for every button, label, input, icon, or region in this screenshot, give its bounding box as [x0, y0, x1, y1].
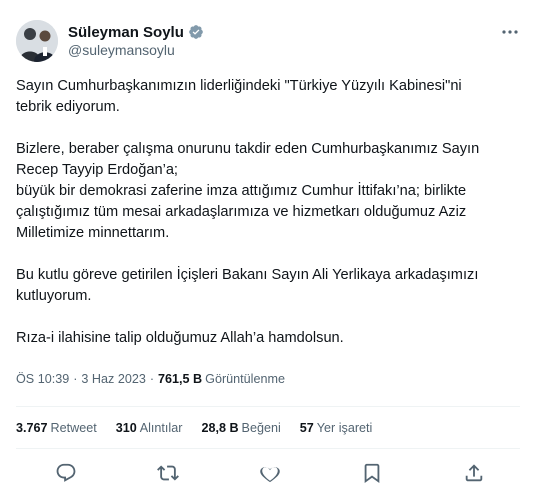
bookmarks-stat[interactable]: 57 Yer işareti — [300, 421, 373, 435]
views-label: Görüntülenme — [205, 372, 285, 386]
likes-stat[interactable]: 28,8 B Beğeni — [201, 421, 280, 435]
retweet-button[interactable] — [157, 462, 179, 484]
tweet-line: çalıştığımız tüm mesai arkadaşlarımıza v… — [16, 204, 467, 220]
bookmarks-label: Yer işareti — [316, 421, 373, 435]
meta-separator: · — [149, 372, 155, 386]
tweet-line: Rıza-i ilahisine talip olduğumuz Allah’a… — [16, 330, 344, 346]
likes-label: Beğeni — [241, 421, 281, 435]
tweet-card: Süleyman Soylu @suleymansoylu Sayın Cumh… — [0, 0, 536, 496]
tweet-time[interactable]: ÖS 10:39 — [16, 372, 69, 386]
retweet-icon — [157, 465, 179, 481]
retweets-label: Retweet — [50, 421, 97, 435]
divider — [16, 448, 520, 449]
divider — [16, 406, 520, 407]
reply-button[interactable] — [55, 462, 77, 484]
action-bar — [0, 460, 536, 486]
tweet-line: büyük bir demokrasi zaferine imza attığı… — [16, 183, 467, 199]
tweet-line: Bu kutlu göreve getirilen İçişleri Bakan… — [16, 267, 479, 283]
tweet-line: kutluyorum. — [16, 288, 92, 304]
like-button[interactable] — [259, 462, 281, 484]
tweet-line: Bizlere, beraber çalışma onurunu takdir … — [16, 141, 480, 157]
quotes-stat[interactable]: 310 Alıntılar — [116, 421, 183, 435]
views-count: 761,5 B — [158, 372, 203, 386]
tweet-text: Sayın Cumhurbaşkanımızın liderliğindeki … — [16, 76, 516, 349]
share-button[interactable] — [463, 462, 485, 484]
tweet-meta: ÖS 10:39 · 3 Haz 2023 · 761,5 B Görüntül… — [16, 372, 285, 386]
retweets-count: 3.767 — [16, 421, 48, 435]
tweet-line: tebrik ediyorum. — [16, 99, 120, 115]
bookmark-icon — [364, 463, 380, 484]
tweet-line: Milletimize minnettarım. — [16, 225, 170, 241]
author-handle[interactable]: @suleymansoylu — [68, 42, 175, 58]
reply-icon — [56, 463, 76, 482]
heart-icon — [260, 467, 280, 483]
tweet-line: Sayın Cumhurbaşkanımızın liderliğindeki … — [16, 78, 462, 94]
avatar[interactable] — [16, 20, 58, 62]
tweet-date[interactable]: 3 Haz 2023 — [81, 372, 145, 386]
quotes-label: Alıntılar — [139, 421, 183, 435]
author-name-row[interactable]: Süleyman Soylu — [68, 22, 204, 42]
likes-count: 28,8 B — [201, 421, 239, 435]
profile-photo — [16, 20, 58, 62]
retweets-stat[interactable]: 3.767 Retweet — [16, 421, 97, 435]
quotes-count: 310 — [115, 421, 137, 435]
more-horizontal-icon[interactable] — [500, 22, 520, 42]
share-icon — [465, 464, 483, 482]
verified-badge-icon — [188, 24, 204, 40]
tweet-line: Recep Tayyip Erdoğan’a; — [16, 162, 178, 178]
meta-separator: · — [73, 372, 78, 386]
author-display-name[interactable]: Süleyman Soylu — [68, 24, 184, 41]
tweet-stats: 3.767 Retweet 310 Alıntılar 28,8 B Beğeni 5… — [16, 421, 391, 435]
bookmark-button[interactable] — [361, 462, 383, 484]
bookmarks-count: 57 — [299, 421, 314, 435]
